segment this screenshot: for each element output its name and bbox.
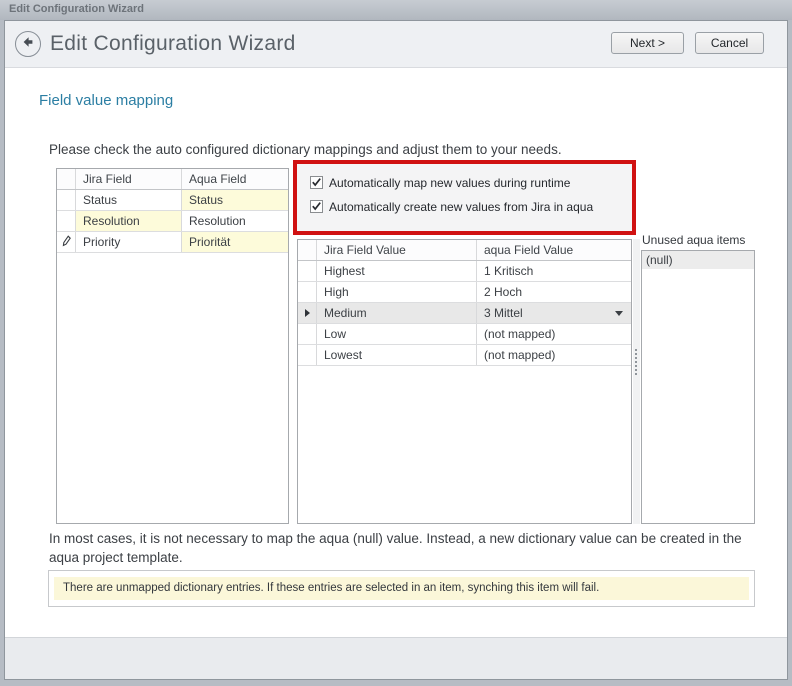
aqua-value-cell[interactable]: (not mapped) [477,345,631,365]
jira-value-cell[interactable]: Highest [317,261,477,281]
table-row[interactable]: Status Status [57,190,288,211]
dropdown-arrow-icon[interactable] [615,311,623,316]
jira-field-cell[interactable]: Status [76,190,182,210]
checkbox-label: Automatically create new values from Jir… [329,200,593,214]
unused-aqua-items-label: Unused aqua items [642,233,745,247]
jira-field-cell[interactable]: Priority [76,232,182,252]
column-header-aqua-field-value[interactable]: aqua Field Value [477,240,631,260]
options-panel-red-annotation: Automatically map new values during runt… [293,160,636,235]
info-note: In most cases, it is not necessary to ma… [49,530,761,568]
value-grid-header: Jira Field Value aqua Field Value [298,240,631,261]
jira-value-cell[interactable]: Low [317,324,477,344]
table-row[interactable]: Lowest (not mapped) [298,345,631,366]
warning-text: There are unmapped dictionary entries. I… [54,577,749,600]
section-title: Field value mapping [39,92,173,109]
unused-aqua-items-list: (null) [641,250,755,524]
table-row[interactable]: Resolution Resolution [57,211,288,232]
checkbox-label: Automatically map new values during runt… [329,176,570,190]
column-header-jira-field[interactable]: Jira Field [76,169,182,189]
row-selector-current[interactable] [298,303,317,323]
grid-splitter[interactable] [633,239,640,524]
checkbox-checked-icon [310,176,323,189]
wizard-footer [5,637,787,679]
jira-field-cell[interactable]: Resolution [76,211,182,231]
row-selector[interactable] [57,232,76,252]
back-arrow-icon [20,34,36,55]
jira-value-cell[interactable]: Medium [317,303,477,323]
table-row[interactable]: Low (not mapped) [298,324,631,345]
current-row-indicator-icon [305,309,310,317]
row-selector[interactable] [298,345,317,365]
next-button[interactable]: Next > [611,32,684,54]
row-selector-header [298,240,317,260]
window-titlebar[interactable]: Edit Configuration Wizard [0,0,792,20]
checkbox-auto-map[interactable]: Automatically map new values during runt… [310,175,570,190]
row-selector-header [57,169,76,189]
aqua-field-cell[interactable]: Resolution [182,211,288,231]
checkbox-auto-create[interactable]: Automatically create new values from Jir… [310,199,593,214]
cancel-button[interactable]: Cancel [695,32,764,54]
aqua-value-combobox[interactable]: 3 Mittel [477,303,631,323]
aqua-value-cell[interactable]: 2 Hoch [477,282,631,302]
jira-value-cell[interactable]: Lowest [317,345,477,365]
row-selector[interactable] [298,261,317,281]
table-row[interactable]: Priority Priorität [57,232,288,253]
aqua-field-cell[interactable]: Status [182,190,288,210]
row-selector[interactable] [298,324,317,344]
instruction-text: Please check the auto configured diction… [49,142,562,157]
list-item[interactable]: (null) [642,251,754,269]
splitter-grip-icon [635,349,637,375]
row-selector[interactable] [57,211,76,231]
aqua-value-cell[interactable]: 1 Kritisch [477,261,631,281]
table-row[interactable]: Highest 1 Kritisch [298,261,631,282]
warning-box: There are unmapped dictionary entries. I… [48,570,755,607]
row-selector[interactable] [298,282,317,302]
row-selector[interactable] [57,190,76,210]
table-row-selected[interactable]: Medium 3 Mittel [298,303,631,324]
back-button[interactable] [15,31,41,57]
checkbox-checked-icon [310,200,323,213]
field-grid-header: Jira Field Aqua Field [57,169,288,190]
aqua-value-cell[interactable]: (not mapped) [477,324,631,344]
aqua-field-cell[interactable]: Priorität [182,232,288,252]
wizard-window: Edit Configuration Wizard Field value ma… [4,20,788,680]
page-title: Edit Configuration Wizard [50,21,296,68]
table-row[interactable]: High 2 Hoch [298,282,631,303]
jira-value-cell[interactable]: High [317,282,477,302]
value-mapping-grid: Jira Field Value aqua Field Value Highes… [297,239,632,524]
field-mapping-grid: Jira Field Aqua Field Status Status Reso… [56,168,289,524]
column-header-jira-field-value[interactable]: Jira Field Value [317,240,477,260]
edit-pencil-icon [62,235,71,250]
column-header-aqua-field[interactable]: Aqua Field [182,169,288,189]
aqua-value-cell: 3 Mittel [484,306,523,320]
